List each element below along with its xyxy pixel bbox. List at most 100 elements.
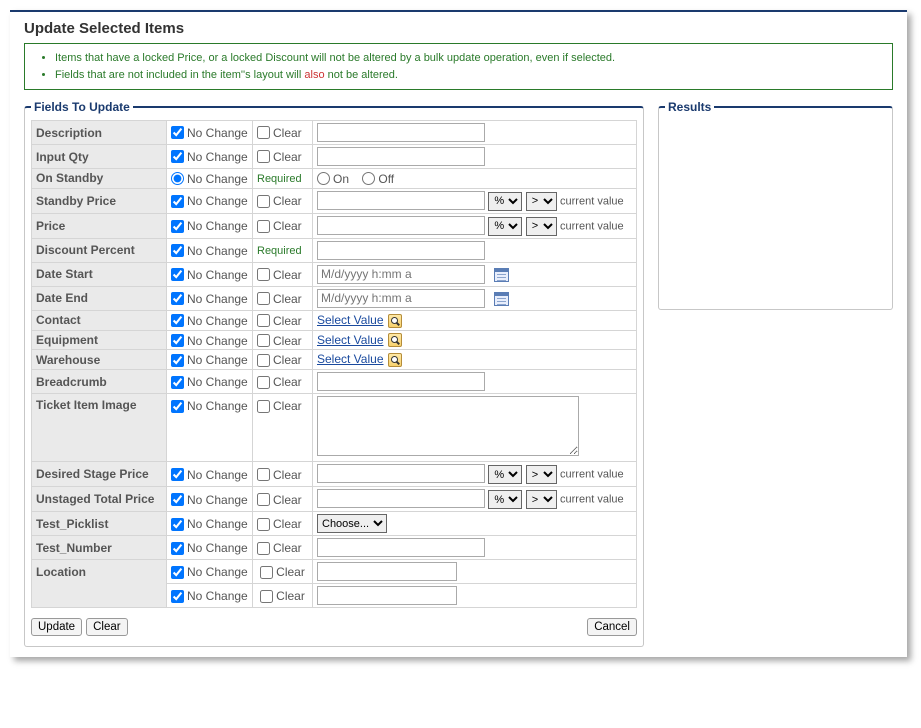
input-date-end[interactable]	[317, 289, 485, 308]
clear-location-2[interactable]	[260, 590, 273, 603]
input-unstaged-total-price[interactable]	[317, 489, 485, 508]
clear-button[interactable]: Clear	[86, 618, 127, 636]
input-ticket-image[interactable]	[317, 396, 579, 456]
row-equipment: Equipment No Change Clear Select Value	[32, 330, 637, 350]
nochange-standby-price[interactable]	[171, 195, 184, 208]
nochange-contact[interactable]	[171, 314, 184, 327]
label-date-start: Date Start	[32, 262, 167, 286]
input-date-start[interactable]	[317, 265, 485, 284]
select-value-warehouse[interactable]: Select Value	[317, 352, 384, 366]
clear-location-1[interactable]	[260, 566, 273, 579]
clear-contact[interactable]	[257, 314, 270, 327]
label-contact: Contact	[32, 310, 167, 330]
nochange-warehouse[interactable]	[171, 354, 184, 367]
select-value-equipment[interactable]: Select Value	[317, 333, 384, 347]
magnifier-icon[interactable]	[388, 333, 402, 347]
nochange-date-start[interactable]	[171, 268, 184, 281]
clear-date-start[interactable]	[257, 268, 270, 281]
nochange-on-standby[interactable]	[171, 172, 184, 185]
nochange-desired-stage-price[interactable]	[171, 468, 184, 481]
clear-warehouse[interactable]	[257, 354, 270, 367]
row-on-standby: On Standby No Change Required On Off	[32, 169, 637, 189]
notice-line-1: Items that have a locked Price, or a loc…	[55, 50, 882, 67]
clear-desired-stage-price[interactable]	[257, 468, 270, 481]
row-price: Price No Change Clear % > current value	[32, 213, 637, 238]
clear-test-number[interactable]	[257, 542, 270, 555]
clear-breadcrumb[interactable]	[257, 376, 270, 389]
clear-standby-price[interactable]	[257, 195, 270, 208]
nochange-unstaged-total-price[interactable]	[171, 493, 184, 506]
row-warehouse: Warehouse No Change Clear Select Value	[32, 350, 637, 370]
update-button[interactable]: Update	[31, 618, 82, 636]
clear-equipment[interactable]	[257, 334, 270, 347]
row-description: Description No Change Clear	[32, 121, 637, 145]
label-equipment: Equipment	[32, 330, 167, 350]
input-desired-stage-price[interactable]	[317, 464, 485, 483]
nochange-price[interactable]	[171, 220, 184, 233]
row-test-number: Test_Number No Change Clear	[32, 536, 637, 560]
input-location-2[interactable]	[317, 586, 457, 605]
input-price[interactable]	[317, 216, 485, 235]
cmp-price[interactable]: >	[526, 217, 557, 236]
input-standby-price[interactable]	[317, 191, 485, 210]
notice-box: Items that have a locked Price, or a loc…	[24, 43, 893, 90]
row-breadcrumb: Breadcrumb No Change Clear	[32, 370, 637, 394]
cmp-standby-price[interactable]: >	[526, 192, 557, 211]
clear-input-qty[interactable]	[257, 150, 270, 163]
clear-price[interactable]	[257, 220, 270, 233]
clear-ticket-image[interactable]	[257, 400, 270, 413]
row-discount-percent: Discount Percent No Change Required	[32, 238, 637, 262]
cmp-desired-stage-price[interactable]: >	[526, 465, 557, 484]
calendar-icon[interactable]	[494, 292, 509, 306]
row-standby-price: Standby Price No Change Clear % > curren…	[32, 188, 637, 213]
cmp-unstaged-total-price[interactable]: >	[526, 490, 557, 509]
select-value-contact[interactable]: Select Value	[317, 313, 384, 327]
label-standby-price: Standby Price	[32, 188, 167, 213]
magnifier-icon[interactable]	[388, 314, 402, 328]
row-location-1: Location No Change Clear	[32, 560, 637, 584]
input-test-number[interactable]	[317, 538, 485, 557]
select-test-picklist[interactable]: Choose...	[317, 514, 387, 533]
nochange-discount-percent[interactable]	[171, 244, 184, 257]
label-date-end: Date End	[32, 286, 167, 310]
radio-off[interactable]	[362, 172, 375, 185]
label-ticket-image: Ticket Item Image	[32, 394, 167, 462]
results-legend: Results	[665, 100, 714, 114]
clear-date-end[interactable]	[257, 292, 270, 305]
magnifier-icon[interactable]	[388, 353, 402, 367]
row-ticket-image: Ticket Item Image No Change Clear	[32, 394, 637, 462]
unit-standby-price[interactable]: %	[488, 192, 522, 211]
calendar-icon[interactable]	[494, 268, 509, 282]
input-input-qty[interactable]	[317, 147, 485, 166]
nochange-description[interactable]	[171, 126, 184, 139]
input-location-1[interactable]	[317, 562, 457, 581]
unit-unstaged-total-price[interactable]: %	[488, 490, 522, 509]
nochange-test-number[interactable]	[171, 542, 184, 555]
nochange-test-picklist[interactable]	[171, 518, 184, 531]
nochange-location-2[interactable]	[171, 590, 184, 603]
unit-desired-stage-price[interactable]: %	[488, 465, 522, 484]
radio-on[interactable]	[317, 172, 330, 185]
clear-description[interactable]	[257, 126, 270, 139]
update-selected-items-panel: Update Selected Items Items that have a …	[10, 10, 907, 657]
input-discount-percent[interactable]	[317, 241, 485, 260]
clear-unstaged-total-price[interactable]	[257, 493, 270, 506]
label-on-standby: On Standby	[32, 169, 167, 189]
input-breadcrumb[interactable]	[317, 372, 485, 391]
cancel-button[interactable]: Cancel	[587, 618, 637, 636]
label-discount-percent: Discount Percent	[32, 238, 167, 262]
row-test-picklist: Test_Picklist No Change Clear Choose...	[32, 512, 637, 536]
nochange-breadcrumb[interactable]	[171, 376, 184, 389]
nochange-input-qty[interactable]	[171, 150, 184, 163]
input-description[interactable]	[317, 123, 485, 142]
nochange-ticket-image[interactable]	[171, 400, 184, 413]
clear-test-picklist[interactable]	[257, 518, 270, 531]
label-input-qty: Input Qty	[32, 145, 167, 169]
row-date-end: Date End No Change Clear	[32, 286, 637, 310]
nochange-location-1[interactable]	[171, 566, 184, 579]
unit-price[interactable]: %	[488, 217, 522, 236]
row-unstaged-total-price: Unstaged Total Price No Change Clear % >…	[32, 487, 637, 512]
label-test-picklist: Test_Picklist	[32, 512, 167, 536]
nochange-equipment[interactable]	[171, 334, 184, 347]
nochange-date-end[interactable]	[171, 292, 184, 305]
